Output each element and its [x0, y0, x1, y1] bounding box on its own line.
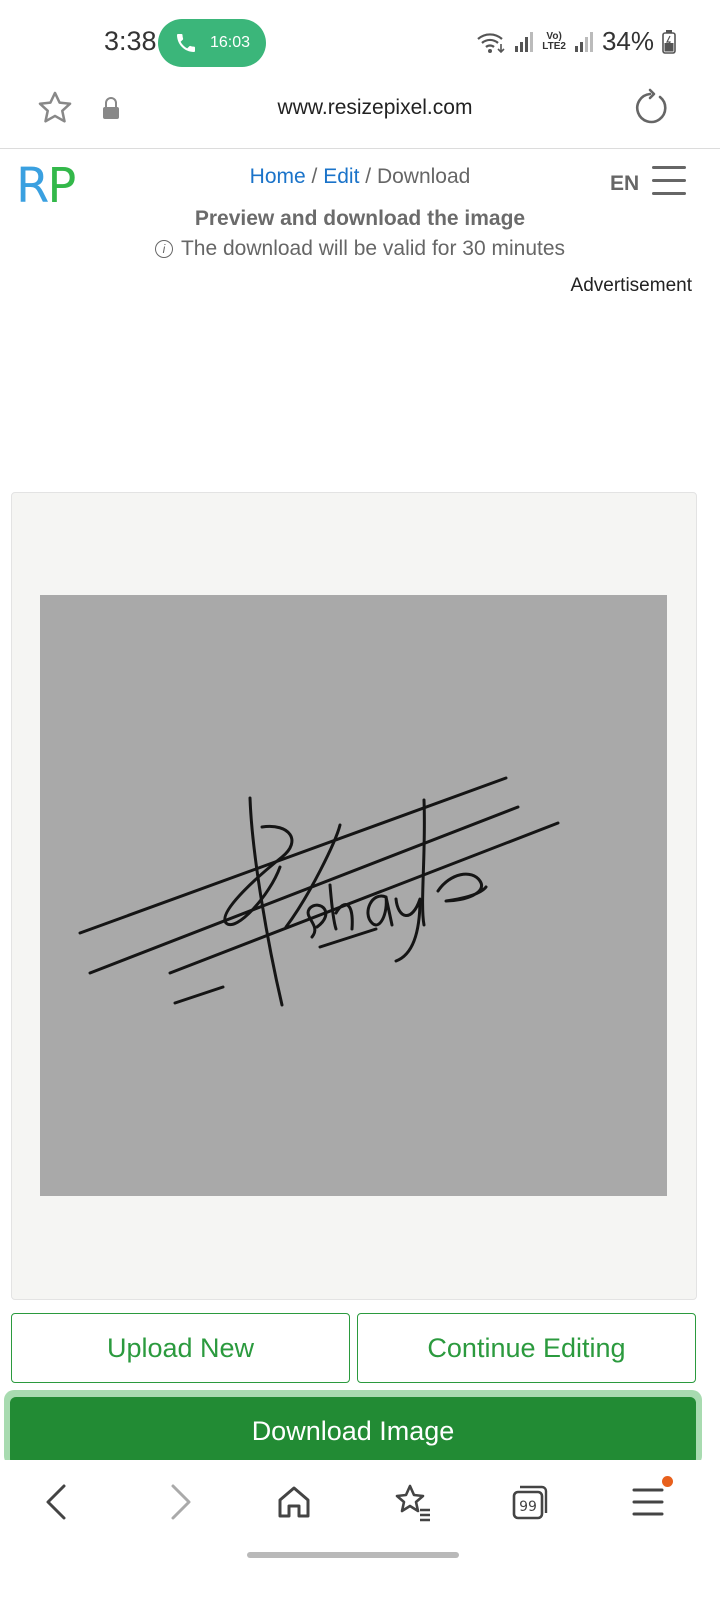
- forward-icon[interactable]: [157, 1480, 201, 1524]
- signal-icon: [515, 31, 534, 52]
- breadcrumb-separator: /: [311, 165, 318, 188]
- lte-label: LTE2: [542, 40, 566, 52]
- call-indicator[interactable]: 16:03: [158, 19, 266, 67]
- url-field[interactable]: www.resizepixel.com: [0, 96, 720, 120]
- validity-note-text: The download will be valid for 30 minute…: [180, 237, 566, 260]
- bookmarks-icon[interactable]: [390, 1480, 434, 1524]
- volte-label: Vo): [546, 30, 562, 42]
- download-image-button[interactable]: Download Image: [10, 1397, 696, 1465]
- language-selector[interactable]: EN: [610, 172, 639, 196]
- page-subtitle: Preview and download the image: [194, 207, 526, 230]
- reload-icon[interactable]: [632, 88, 672, 128]
- battery-percent: 34%: [601, 26, 654, 56]
- signature-image: [78, 776, 560, 1007]
- continue-editing-button[interactable]: Continue Editing: [357, 1313, 696, 1383]
- back-icon[interactable]: [36, 1480, 80, 1524]
- browser-bottom-nav: [0, 1460, 720, 1600]
- status-time: 3:38: [104, 26, 157, 56]
- battery-icon: [662, 29, 676, 54]
- menu-icon[interactable]: [652, 166, 686, 198]
- volte-indicator: Vo) LTE2: [542, 30, 566, 52]
- breadcrumb-separator: /: [365, 165, 372, 188]
- signal-icon-2: [574, 31, 593, 52]
- status-icons: Vo) LTE2 34%: [476, 26, 676, 57]
- wifi-icon: [477, 32, 505, 53]
- url-bar-divider: [0, 148, 720, 149]
- upload-new-button[interactable]: Upload New: [11, 1313, 350, 1383]
- preview-image: [40, 595, 667, 1196]
- breadcrumb-edit-link[interactable]: Edit: [323, 165, 359, 188]
- breadcrumb-current: Download: [376, 165, 471, 188]
- home-indicator[interactable]: [247, 1552, 459, 1558]
- call-timer: 16:03: [209, 34, 251, 51]
- breadcrumb-home-link[interactable]: Home: [250, 165, 306, 188]
- phone-icon: [176, 34, 195, 52]
- validity-note: i The download will be valid for 30 minut…: [0, 237, 720, 261]
- tabs-icon[interactable]: 99: [508, 1480, 552, 1524]
- svg-text:99: 99: [519, 1499, 537, 1515]
- info-icon: i: [154, 240, 173, 258]
- advertisement-label: Advertisement: [570, 275, 692, 296]
- notification-dot: [662, 1476, 673, 1487]
- menu-icon-browser[interactable]: [626, 1480, 670, 1524]
- home-icon[interactable]: [272, 1480, 316, 1524]
